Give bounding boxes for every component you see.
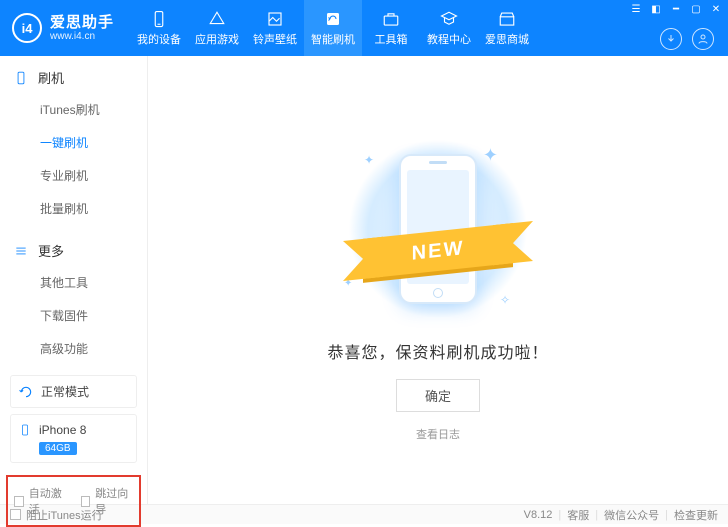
checkbox-label: 阻止iTunes运行: [26, 507, 103, 523]
tab-games[interactable]: 应用游戏: [188, 0, 246, 56]
tab-label: 工具箱: [375, 31, 408, 47]
section-title: 刷机: [38, 68, 64, 87]
checkbox-icon: [81, 496, 91, 507]
app-url: www.i4.cn: [50, 31, 114, 43]
version-label: V8.12: [524, 509, 553, 521]
sidebar-item-oneclick-flash[interactable]: 一键刷机: [0, 126, 147, 159]
close-icon[interactable]: ✕: [710, 3, 722, 15]
phone-icon: [14, 71, 28, 85]
device-icon: [150, 10, 168, 28]
refresh-icon: [19, 385, 33, 399]
header-actions: [660, 28, 714, 50]
tab-flash[interactable]: 智能刷机: [304, 0, 362, 56]
checkbox-icon: [14, 496, 24, 507]
skin-icon[interactable]: ◧: [650, 3, 662, 15]
tab-label: 智能刷机: [311, 31, 355, 47]
main-tabs: 我的设备 应用游戏 铃声壁纸 智能刷机 工具箱 教程中心 爱思商城: [130, 0, 536, 56]
window-controls: ☰ ◧ ━ ▢ ✕: [630, 3, 722, 15]
tutorial-icon: [440, 10, 458, 28]
ok-button[interactable]: 确定: [396, 379, 480, 412]
tab-toolbox[interactable]: 工具箱: [362, 0, 420, 56]
device-mode-status[interactable]: 正常模式: [10, 375, 137, 408]
main-area: 刷机 iTunes刷机 一键刷机 专业刷机 批量刷机 更多 其他工具 下载固件 …: [0, 56, 728, 504]
logo-icon: i4: [12, 13, 42, 43]
device-name: iPhone 8: [39, 423, 86, 437]
tab-store[interactable]: 爱思商城: [478, 0, 536, 56]
block-itunes-checkbox[interactable]: 阻止iTunes运行: [10, 507, 103, 523]
check-update-link[interactable]: 检查更新: [674, 507, 718, 523]
user-button[interactable]: [692, 28, 714, 50]
wechat-link[interactable]: 微信公众号: [604, 507, 659, 523]
tab-label: 我的设备: [137, 31, 181, 47]
tab-label: 应用游戏: [195, 31, 239, 47]
section-title: 更多: [38, 241, 64, 260]
tab-tutorial[interactable]: 教程中心: [420, 0, 478, 56]
minimize-icon[interactable]: ━: [670, 3, 682, 15]
title-bar: i4 爱思助手 www.i4.cn 我的设备 应用游戏 铃声壁纸 智能刷机 工具…: [0, 0, 728, 56]
sidebar: 刷机 iTunes刷机 一键刷机 专业刷机 批量刷机 更多 其他工具 下载固件 …: [0, 56, 148, 504]
connected-device[interactable]: iPhone 8 64GB: [10, 414, 137, 463]
checkbox-icon: [10, 509, 21, 520]
success-illustration: ✦ ✦ ✦ ✧ NEW: [338, 139, 538, 319]
apps-icon: [208, 10, 226, 28]
device-icon: [19, 422, 31, 438]
download-button[interactable]: [660, 28, 682, 50]
content-pane: ✦ ✦ ✦ ✧ NEW 恭喜您，保资料刷机成功啦！ 确定 查看日志: [148, 56, 728, 504]
sidebar-item-batch-flash[interactable]: 批量刷机: [0, 192, 147, 225]
tab-device[interactable]: 我的设备: [130, 0, 188, 56]
mode-label: 正常模式: [41, 383, 89, 400]
store-icon: [498, 10, 516, 28]
more-icon: [14, 244, 28, 258]
wallpaper-icon: [266, 10, 284, 28]
sidebar-item-itunes-flash[interactable]: iTunes刷机: [0, 93, 147, 126]
tab-label: 铃声壁纸: [253, 31, 297, 47]
settings-icon[interactable]: ☰: [630, 3, 642, 15]
sidebar-item-download-fw[interactable]: 下载固件: [0, 299, 147, 332]
sidebar-item-advanced[interactable]: 高级功能: [0, 332, 147, 365]
tab-label: 教程中心: [427, 31, 471, 47]
app-title: 爱思助手: [50, 14, 114, 31]
tab-ringwall[interactable]: 铃声壁纸: [246, 0, 304, 56]
sidebar-item-other-tools[interactable]: 其他工具: [0, 266, 147, 299]
app-logo: i4 爱思助手 www.i4.cn: [0, 0, 124, 56]
sidebar-section-flash: 刷机: [0, 56, 147, 93]
maximize-icon[interactable]: ▢: [690, 3, 702, 15]
tab-label: 爱思商城: [485, 31, 529, 47]
success-message: 恭喜您，保资料刷机成功啦！: [327, 339, 548, 363]
sidebar-section-more: 更多: [0, 229, 147, 266]
flash-icon: [324, 10, 342, 28]
support-link[interactable]: 客服: [567, 507, 589, 523]
view-log-link[interactable]: 查看日志: [416, 426, 460, 442]
toolbox-icon: [382, 10, 400, 28]
sidebar-item-pro-flash[interactable]: 专业刷机: [0, 159, 147, 192]
device-capacity-badge: 64GB: [39, 442, 77, 455]
